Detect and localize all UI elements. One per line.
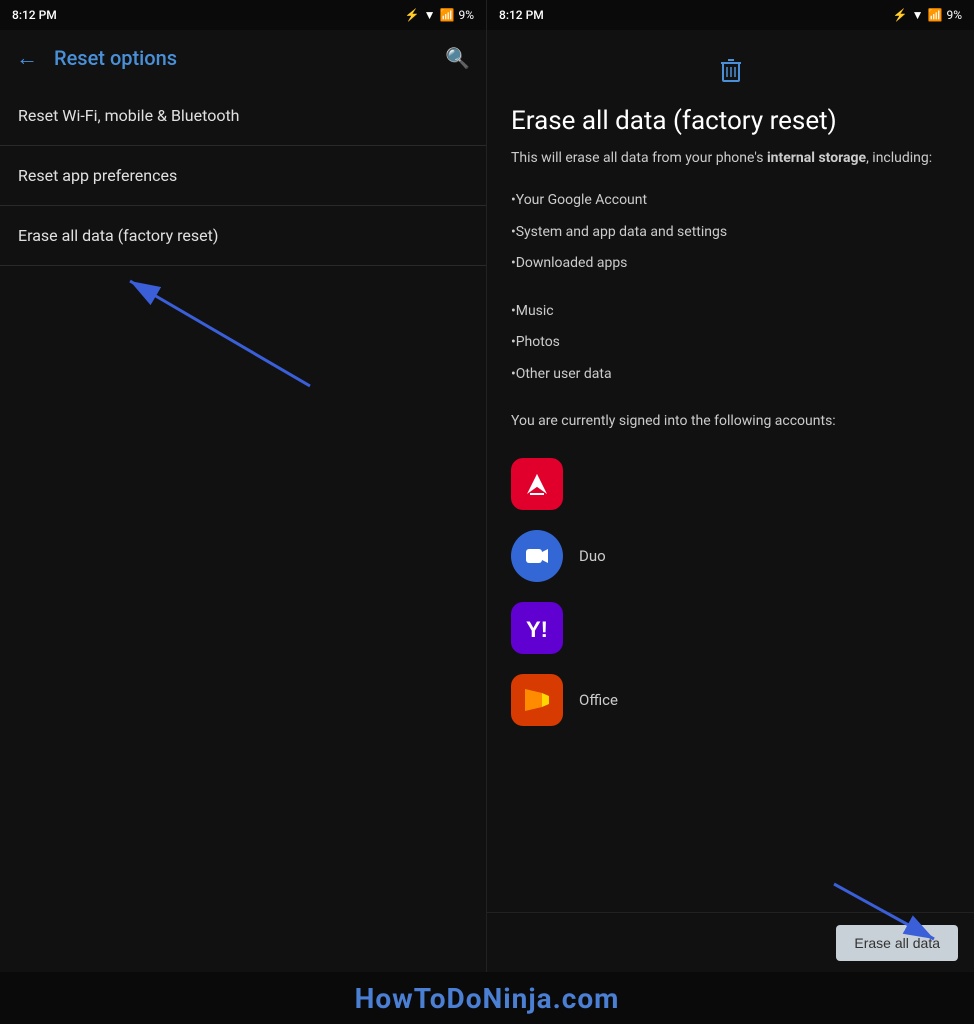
erase-list-item-0: •Your Google Account (511, 185, 950, 217)
right-status-bar: 8:12 PM ⚡ ▼ 📶 9% (487, 0, 974, 30)
r-signal-icon: 📶 (928, 8, 943, 22)
office-icon (511, 674, 563, 726)
yahoo-icon: Y! (511, 602, 563, 654)
r-bluetooth-icon: ⚡ (893, 8, 908, 22)
duo-label: Duo (579, 547, 606, 565)
right-content-scroll[interactable]: Erase all data (factory reset) This will… (487, 30, 974, 912)
left-status-bar: 8:12 PM ⚡ ▼ 📶 9% (0, 0, 486, 30)
search-button[interactable]: 🔍 (445, 46, 470, 70)
erase-list-item-1: •System and app data and settings (511, 217, 950, 249)
erase-description: This will erase all data from your phone… (511, 148, 950, 169)
left-toolbar: ← Reset options 🔍 (0, 30, 486, 86)
r-battery-text: 9% (946, 8, 962, 22)
signed-in-text: You are currently signed into the follow… (511, 411, 950, 432)
watermark-text: HowToDoNinja.com (355, 982, 620, 1015)
back-button[interactable]: ← (16, 45, 38, 71)
menu-item-factory[interactable]: Erase all data (factory reset) (0, 206, 486, 266)
menu-item-app[interactable]: Reset app preferences (0, 146, 486, 206)
account-adobe (511, 448, 950, 520)
battery-text: 9% (458, 8, 474, 22)
r-wifi-icon: ▼ (912, 8, 924, 22)
left-status-icons: ⚡ ▼ 📶 9% (405, 8, 474, 22)
erase-list-item-5: •Other user data (511, 359, 950, 391)
office-label: Office (579, 691, 618, 709)
erase-list-item-2: •Downloaded apps (511, 248, 950, 280)
menu-item-wifi[interactable]: Reset Wi-Fi, mobile & Bluetooth (0, 86, 486, 146)
right-status-icons: ⚡ ▼ 📶 9% (893, 8, 962, 22)
account-duo: Duo (511, 520, 950, 592)
wifi-icon: ▼ (424, 8, 436, 22)
duo-icon (511, 530, 563, 582)
adobe-icon (511, 458, 563, 510)
erase-list-item-4: •Photos (511, 327, 950, 359)
signal-icon: 📶 (440, 8, 455, 22)
page-title: Reset options (54, 46, 429, 70)
bluetooth-icon: ⚡ (405, 8, 420, 22)
bottom-bar: Erase all data (487, 912, 974, 972)
erase-all-data-button[interactable]: Erase all data (836, 925, 958, 961)
account-office: Office (511, 664, 950, 736)
erase-title: Erase all data (factory reset) (511, 106, 950, 136)
trash-icon (511, 50, 950, 90)
erase-list-item-3: •Music (511, 296, 950, 328)
account-yahoo: Y! (511, 592, 950, 664)
svg-text:Y!: Y! (526, 617, 548, 642)
right-status-time: 8:12 PM (499, 8, 544, 22)
left-status-time: 8:12 PM (12, 8, 57, 22)
watermark-bar: HowToDoNinja.com (0, 972, 974, 1024)
